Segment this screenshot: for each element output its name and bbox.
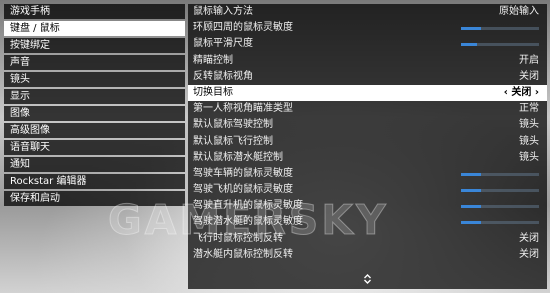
setting-label: 环顾四周的鼠标灵敏度 [193,22,293,34]
setting-row-switch-target[interactable]: 切换目标 ‹ 关闭 › [188,84,547,102]
setting-label: 默认鼠标驾驶控制 [193,119,273,131]
setting-value: 开启 [519,54,539,66]
category-audio[interactable]: 声音 [4,55,185,70]
category-rockstar-editor[interactable]: Rockstar 编辑器 [4,174,185,189]
setting-row-invert-look[interactable]: 反转鼠标视角 关闭 [188,69,547,85]
setting-value: 关闭 [519,232,539,244]
category-camera[interactable]: 镜头 [4,72,185,87]
setting-slider[interactable] [461,27,539,31]
up-down-arrows-icon[interactable] [188,274,547,287]
setting-row-plane-sensitivity[interactable]: 驾驶飞机的鼠标灵敏度 [188,182,547,198]
setting-value: 关闭 [519,70,539,82]
setting-row-fly-control[interactable]: 默认鼠标飞行控制 镜头 [188,134,547,150]
slider-fill [461,27,481,31]
category-advanced-graphics[interactable]: 高级图像 [4,123,185,138]
setting-slider[interactable] [461,172,539,176]
setting-row-fine-aim[interactable]: 精瞄控制 开启 [188,53,547,69]
setting-value: 镜头 [519,119,539,131]
setting-row-sub-sensitivity[interactable]: 驾驶潜水艇的鼠标灵敏度 [188,214,547,230]
setting-slider[interactable] [461,189,539,193]
setting-row-mouse-smoothing[interactable]: 鼠标平滑尺度 [188,36,547,52]
category-key-bindings[interactable]: 按键绑定 [4,38,185,53]
setting-label: 默认鼠标飞行控制 [193,135,273,147]
category-notifications[interactable]: 通知 [4,157,185,172]
category-display[interactable]: 显示 [4,89,185,104]
category-saving-startup[interactable]: 保存和启动 [4,191,185,206]
setting-slider[interactable] [461,205,539,209]
category-keyboard-mouse[interactable]: 键盘 / 鼠标 [4,21,185,36]
setting-label: 潜水艇内鼠标控制反转 [193,248,293,260]
setting-label: 默认鼠标潜水艇控制 [193,151,283,163]
setting-label: 飞行时鼠标控制反转 [193,232,283,244]
settings-panel: 鼠标输入方法 原始输入 环顾四周的鼠标灵敏度 鼠标平滑尺度 精瞄控制 开启 反转… [188,4,547,289]
setting-row-heli-sensitivity[interactable]: 驾驶直升机的鼠标灵敏度 [188,198,547,214]
setting-value: 原始输入 [499,6,539,17]
setting-value: 正常 [519,103,539,115]
category-gamepad[interactable]: 游戏手柄 [4,4,185,19]
category-voice-chat[interactable]: 语音聊天 [4,140,185,155]
setting-value-selector[interactable]: ‹ 关闭 › [504,85,539,101]
up-down-arrows-icon [364,274,371,284]
setting-row-car-sensitivity[interactable]: 驾驶车辆的鼠标灵敏度 [188,166,547,182]
setting-label: 驾驶直升机的鼠标灵敏度 [193,200,303,212]
setting-label: 精瞄控制 [193,54,233,66]
slider-fill [461,189,481,193]
setting-value: 镜头 [519,151,539,163]
setting-row-look-sensitivity[interactable]: 环顾四周的鼠标灵敏度 [188,20,547,36]
setting-label: 驾驶飞机的鼠标灵敏度 [193,184,293,196]
setting-row-invert-sub[interactable]: 潜水艇内鼠标控制反转 关闭 [188,247,547,263]
setting-label: 切换目标 [193,86,233,98]
setting-slider[interactable] [461,43,539,47]
setting-label: 鼠标平滑尺度 [193,38,253,50]
setting-value: 关闭 [519,248,539,260]
setting-row-invert-flight[interactable]: 飞行时鼠标控制反转 关闭 [188,231,547,247]
setting-label: 驾驶潜水艇的鼠标灵敏度 [193,216,303,228]
setting-label: 反转鼠标视角 [193,70,253,82]
slider-fill [461,221,481,225]
setting-slider[interactable] [461,221,539,225]
setting-label: 鼠标输入方法 [193,6,253,17]
settings-category-list: 游戏手柄 键盘 / 鼠标 按键绑定 声音 镜头 显示 图像 高级图像 语音聊天 … [4,4,185,210]
slider-fill [461,43,477,47]
slider-fill [461,172,481,176]
setting-label: 驾驶车辆的鼠标灵敏度 [193,167,293,179]
setting-row-sub-control[interactable]: 默认鼠标潜水艇控制 镜头 [188,150,547,166]
slider-fill [461,205,481,209]
category-graphics[interactable]: 图像 [4,106,185,121]
setting-row-drive-control[interactable]: 默认鼠标驾驶控制 镜头 [188,117,547,133]
setting-label: 第一人称视角瞄准类型 [193,103,293,115]
setting-row-mouse-input-method[interactable]: 鼠标输入方法 原始输入 [188,4,547,20]
setting-row-first-person-aim[interactable]: 第一人称视角瞄准类型 正常 [188,101,547,117]
setting-value: 镜头 [519,135,539,147]
